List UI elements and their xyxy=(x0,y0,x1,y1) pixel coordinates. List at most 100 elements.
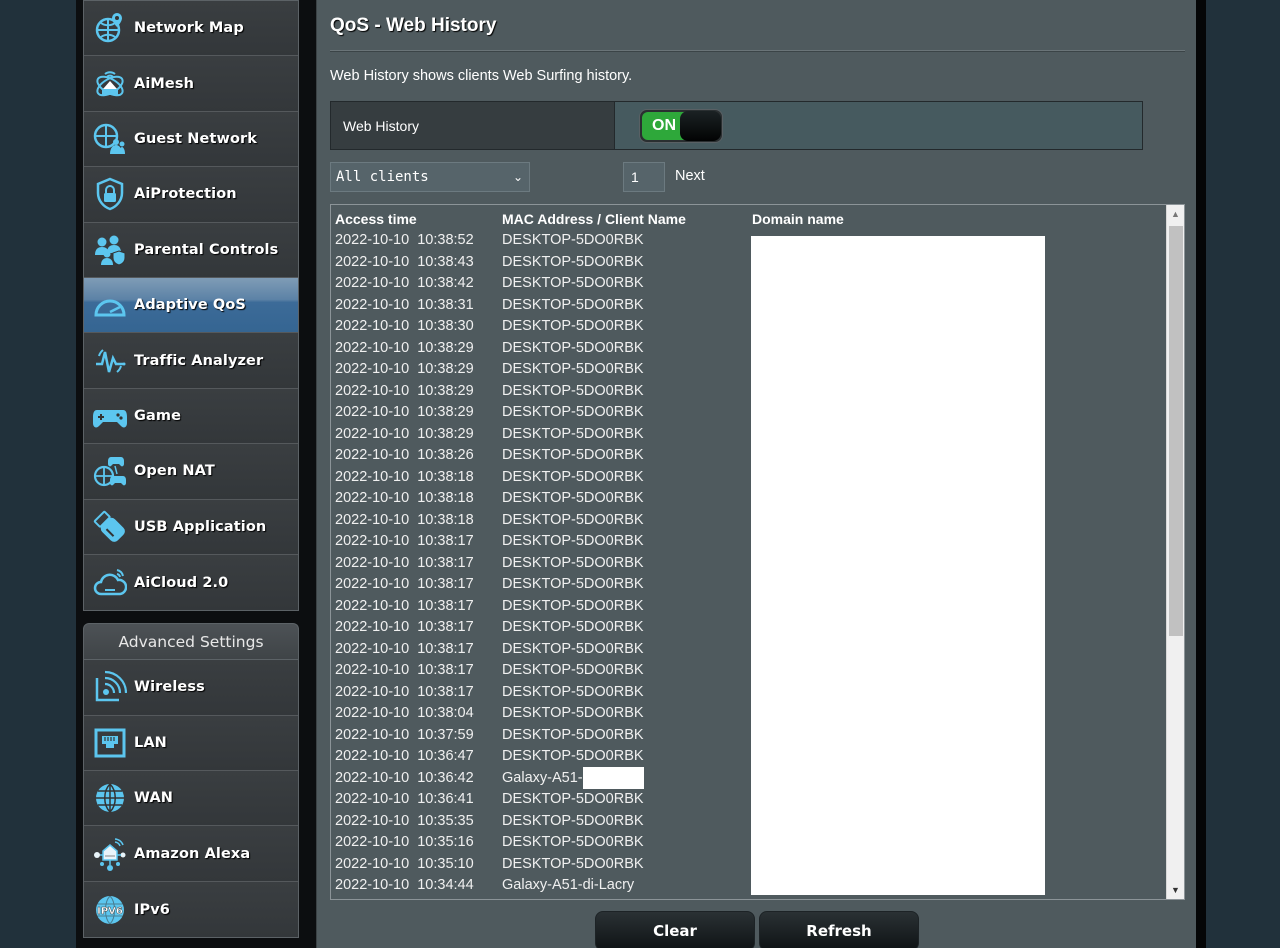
list-scrollbar[interactable]: ▲ ▼ xyxy=(1166,205,1184,899)
sidebar-item-aicloud-2-0[interactable]: AiCloud 2.0 xyxy=(84,554,298,611)
access-time-cell: 2022-10-10 10:38:17 xyxy=(335,662,474,678)
sidebar-item-label: Wireless xyxy=(134,679,205,696)
web-history-toggle[interactable]: ON xyxy=(639,108,723,143)
access-time-cell: 2022-10-10 10:38:43 xyxy=(335,253,474,270)
sidebar-item-label: WAN xyxy=(134,790,173,807)
client-name-cell: DESKTOP-5DO0RBK xyxy=(502,232,644,248)
open-nat-icon xyxy=(92,453,128,489)
main-panel: QoS - Web History Web History shows clie… xyxy=(316,0,1196,948)
sidebar: Network Map AiMesh Guest Network AiProtecti… xyxy=(83,0,299,939)
access-time-cell: 2022-10-10 10:38:18 xyxy=(335,468,474,485)
toggle-knob[interactable] xyxy=(680,110,721,141)
sidebar-item-traffic-analyzer[interactable]: Traffic Analyzer xyxy=(84,333,298,389)
client-name-text: DESKTOP-5DO0RBK xyxy=(502,468,644,485)
access-time-cell: 2022-10-10 10:36:47 xyxy=(335,748,474,764)
client-name-cell: DESKTOP-5DO0RBK xyxy=(502,598,644,614)
access-time-cell: 2022-10-10 10:35:35 xyxy=(335,812,474,829)
access-time-cell: 2022-10-10 10:38:52 xyxy=(335,232,474,248)
sidebar-item-open-nat[interactable]: Open NAT xyxy=(84,444,298,500)
client-name-text: DESKTOP-5DO0RBK xyxy=(502,576,644,592)
client-filter-select[interactable]: All clients ⌄ xyxy=(330,162,530,192)
client-name-cell: DESKTOP-5DO0RBK xyxy=(502,641,644,657)
access-time-cell: 2022-10-10 10:36:41 xyxy=(335,791,474,807)
svg-text:IPV6: IPV6 xyxy=(97,906,123,917)
alexa-icon xyxy=(92,836,128,872)
access-time-cell: 2022-10-10 10:35:10 xyxy=(335,855,474,872)
scrollbar-thumb[interactable] xyxy=(1169,226,1183,636)
client-name-cell: DESKTOP-5DO0RBK xyxy=(502,340,644,356)
client-name-text: DESKTOP-5DO0RBK xyxy=(502,511,644,528)
sidebar-item-label: Network Map xyxy=(134,20,244,37)
client-name-cell: DESKTOP-5DO0RBK xyxy=(502,254,644,270)
sidebar-item-usb-application[interactable]: USB Application xyxy=(84,499,298,555)
client-name-text: DESKTOP-5DO0RBK xyxy=(502,318,644,334)
refresh-button[interactable]: Refresh xyxy=(759,911,919,948)
shield-lock-icon xyxy=(92,176,128,212)
client-name-cell: DESKTOP-5DO0RBK xyxy=(502,318,644,334)
sidebar-item-amazon-alexa[interactable]: Amazon Alexa xyxy=(84,826,298,882)
sidebar-item-adaptive-qos[interactable]: Adaptive QoS xyxy=(84,277,298,334)
web-history-label: Web History xyxy=(331,102,615,149)
page-number-input[interactable]: 1 xyxy=(623,162,665,192)
access-time-cell: 2022-10-10 10:38:17 xyxy=(335,640,474,657)
client-name-cell: DESKTOP-5DO0RBK xyxy=(502,813,644,829)
client-name-cell: DESKTOP-5DO0RBK xyxy=(502,684,644,700)
client-name-cell: DESKTOP-5DO0RBK xyxy=(502,490,644,506)
general-menu: Network Map AiMesh Guest Network AiProtecti… xyxy=(83,0,299,612)
client-name-text: Galaxy-A51-di-Lacry xyxy=(502,877,635,893)
access-time-cell: 2022-10-10 10:38:18 xyxy=(335,490,474,506)
guest-network-icon xyxy=(92,121,128,157)
sidebar-item-label: AiProtection xyxy=(134,186,237,203)
sidebar-item-ipv6[interactable]: IPV6 IPv6 xyxy=(84,881,298,938)
access-time-cell: 2022-10-10 10:37:59 xyxy=(335,726,474,743)
sidebar-item-label: Parental Controls xyxy=(134,241,279,258)
column-header-domain: Domain name xyxy=(752,211,844,227)
sidebar-item-parental-controls[interactable]: Parental Controls xyxy=(84,222,298,278)
client-name-text: DESKTOP-5DO0RBK xyxy=(502,533,644,549)
network-map-icon xyxy=(92,10,128,46)
page-title: QoS - Web History xyxy=(330,15,497,36)
client-name-text: DESKTOP-5DO0RBK xyxy=(502,597,644,614)
client-name-cell: DESKTOP-5DO0RBK xyxy=(502,361,644,377)
sidebar-item-aimesh[interactable]: AiMesh xyxy=(84,56,298,112)
client-name-cell: DESKTOP-5DO0RBK xyxy=(502,834,644,850)
parental-controls-icon xyxy=(92,232,128,268)
access-time-cell: 2022-10-10 10:38:29 xyxy=(335,361,474,377)
sidebar-item-guest-network[interactable]: Guest Network xyxy=(84,111,298,168)
sidebar-item-label: Traffic Analyzer xyxy=(134,352,264,369)
scroll-up-arrow-icon[interactable]: ▲ xyxy=(1167,205,1184,223)
web-history-list: Access time MAC Address / Client Name Do… xyxy=(330,204,1185,900)
client-name-text: DESKTOP-5DO0RBK xyxy=(502,662,644,678)
clear-button[interactable]: Clear xyxy=(595,911,755,948)
client-name-text: DESKTOP-5DO0RBK xyxy=(502,425,644,442)
advanced-menu: Wireless LAN WAN Amazon Alexa IPV6 IPv6 xyxy=(83,659,299,939)
sidebar-item-label: Amazon Alexa xyxy=(134,845,251,862)
client-name-text: DESKTOP-5DO0RBK xyxy=(502,382,644,399)
redacted-domain-column xyxy=(751,236,1045,895)
sidebar-item-lan[interactable]: LAN xyxy=(84,715,298,772)
sidebar-item-label: USB Application xyxy=(134,518,267,535)
access-time-cell: 2022-10-10 10:36:42 xyxy=(335,769,474,786)
client-name-cell: DESKTOP-5DO0RBK xyxy=(502,469,644,485)
access-time-cell: 2022-10-10 10:38:17 xyxy=(335,597,474,614)
access-time-cell: 2022-10-10 10:38:17 xyxy=(335,554,474,571)
client-name-text: DESKTOP-5DO0RBK xyxy=(502,726,644,743)
access-time-cell: 2022-10-10 10:38:17 xyxy=(335,683,474,700)
sidebar-item-wireless[interactable]: Wireless xyxy=(84,660,298,716)
sidebar-item-label: Adaptive QoS xyxy=(134,297,246,314)
sidebar-item-label: AiCloud 2.0 xyxy=(134,574,229,591)
ipv6-icon: IPV6 xyxy=(92,892,128,928)
client-name-cell: DESKTOP-5DO0RBK xyxy=(502,383,644,399)
client-name-cell: DESKTOP-5DO0RBK xyxy=(502,619,644,635)
sidebar-item-wan[interactable]: WAN xyxy=(84,771,298,827)
sidebar-item-game[interactable]: Game xyxy=(84,388,298,445)
scroll-down-arrow-icon[interactable]: ▼ xyxy=(1167,881,1184,899)
sidebar-item-aiprotection[interactable]: AiProtection xyxy=(84,167,298,223)
access-time-cell: 2022-10-10 10:38:17 xyxy=(335,619,474,635)
aimesh-icon xyxy=(92,66,128,102)
client-name-text: DESKTOP-5DO0RBK xyxy=(502,705,644,721)
next-page-link[interactable]: Next xyxy=(675,168,705,184)
client-name-text: DESKTOP-5DO0RBK xyxy=(502,855,644,872)
sidebar-item-network-map[interactable]: Network Map xyxy=(84,1,298,57)
client-name-text: DESKTOP-5DO0RBK xyxy=(502,748,644,764)
